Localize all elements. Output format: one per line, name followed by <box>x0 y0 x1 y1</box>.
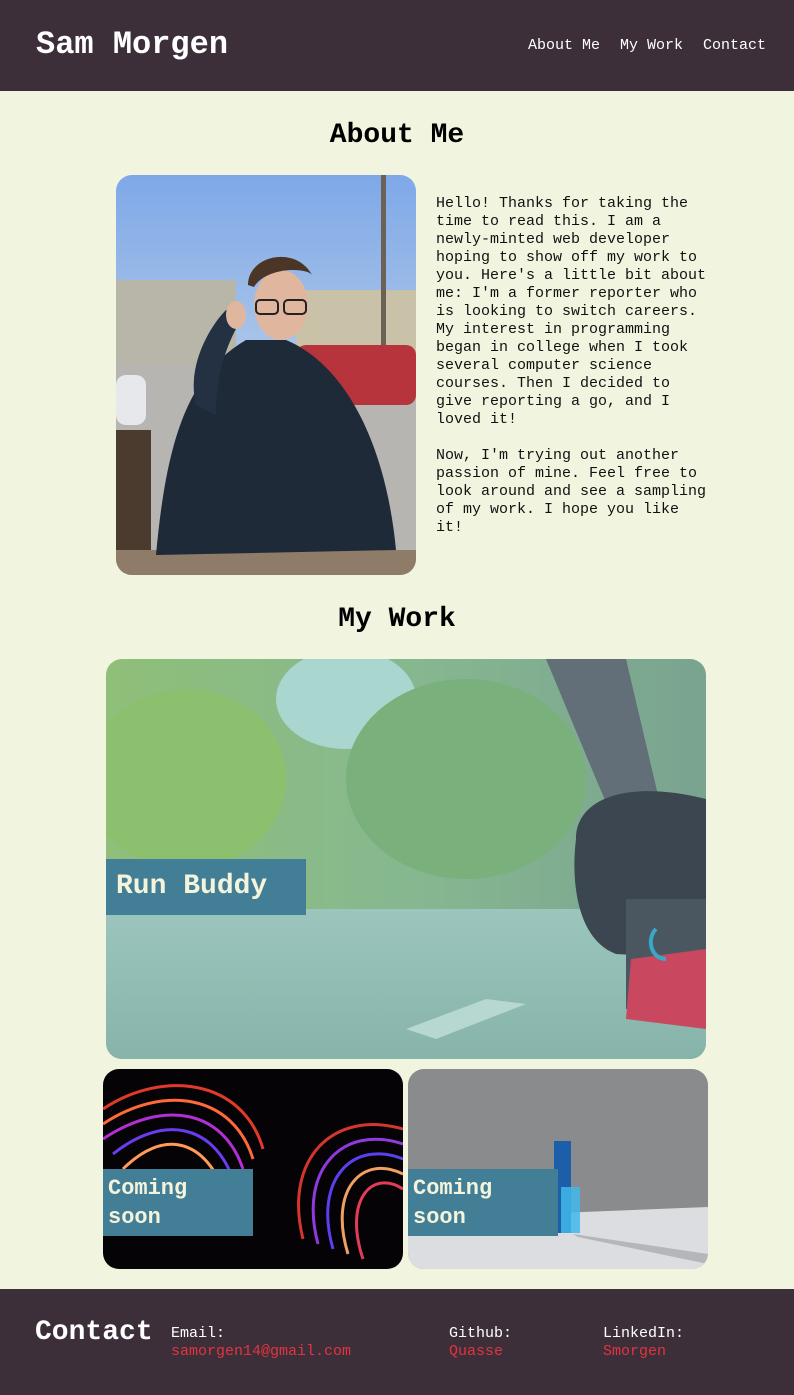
project-card-coming-soon-1[interactable]: Coming soon <box>103 1069 403 1269</box>
project-label-coming-soon-1: Coming soon <box>103 1169 253 1236</box>
project-card-run-buddy[interactable]: Run Buddy <box>106 659 706 1059</box>
nav-contact[interactable]: Contact <box>703 37 766 55</box>
github-link[interactable]: Quasse <box>449 1343 512 1361</box>
about-paragraph: Hello! Thanks for taking the time to rea… <box>436 195 708 537</box>
nav-about-me[interactable]: About Me <box>528 37 600 55</box>
contact-github: Github: Quasse <box>449 1325 512 1361</box>
linkedin-link[interactable]: Smorgen <box>603 1343 684 1361</box>
project-label-run-buddy: Run Buddy <box>106 859 306 915</box>
main-nav: About Me My Work Contact <box>528 37 766 55</box>
site-footer: Contact Email: samorgen14@gmail.com Gith… <box>0 1289 794 1395</box>
site-brand: Sam Morgen <box>36 26 229 63</box>
site-header: Sam Morgen About Me My Work Contact <box>0 0 794 91</box>
linkedin-label: LinkedIn: <box>603 1325 685 1342</box>
email-label: Email: <box>171 1325 226 1342</box>
contact-email: Email: samorgen14@gmail.com <box>171 1325 351 1361</box>
about-paragraph-2: Now, I'm trying out another passion of m… <box>436 447 716 536</box>
contact-linkedin: LinkedIn: Smorgen <box>603 1325 684 1361</box>
github-label: Github: <box>449 1325 513 1342</box>
work-title: My Work <box>338 604 456 635</box>
about-title: About Me <box>329 120 465 151</box>
project-label-coming-soon-2: Coming soon <box>408 1169 558 1236</box>
nav-my-work[interactable]: My Work <box>620 37 683 55</box>
email-link[interactable]: samorgen14@gmail.com <box>171 1343 351 1361</box>
profile-photo <box>116 175 416 575</box>
project-card-coming-soon-2[interactable]: Coming soon <box>408 1069 708 1269</box>
about-paragraph-1: Hello! Thanks for taking the time to rea… <box>436 195 716 428</box>
contact-title: Contact <box>35 1317 153 1348</box>
